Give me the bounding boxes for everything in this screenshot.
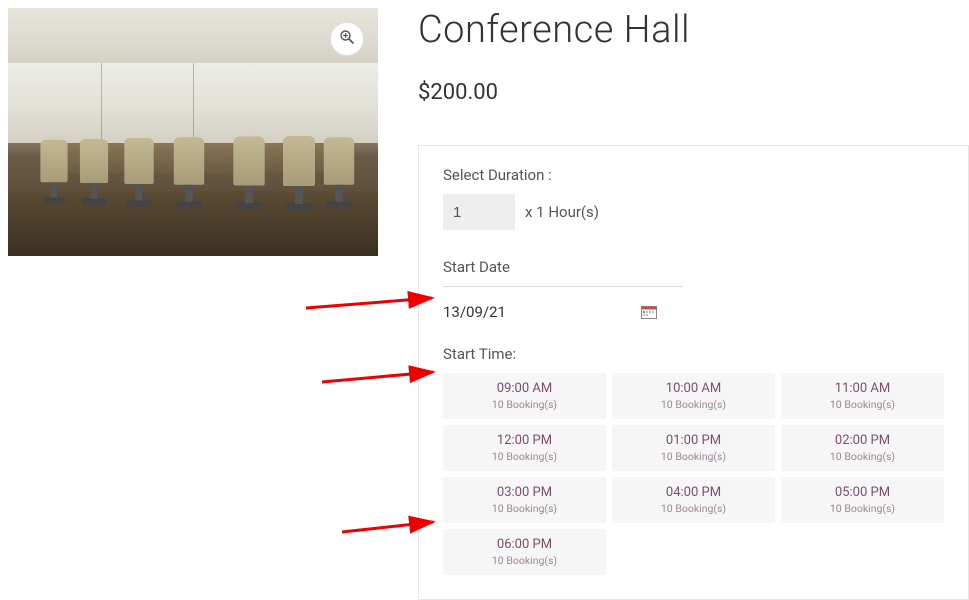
timeslot-time: 10:00 AM (616, 381, 771, 396)
timeslot-availability: 10 Booking(s) (616, 502, 771, 515)
timeslot-time: 03:00 PM (447, 485, 602, 500)
timeslot-time: 09:00 AM (447, 381, 602, 396)
timeslot[interactable]: 10:00 AM 10 Booking(s) (612, 373, 775, 419)
timeslot[interactable]: 04:00 PM 10 Booking(s) (612, 477, 775, 523)
timeslot[interactable]: 02:00 PM 10 Booking(s) (781, 425, 944, 471)
timeslot-availability: 10 Booking(s) (785, 450, 940, 463)
timeslot-availability: 10 Booking(s) (447, 398, 602, 411)
start-date-value[interactable]: 13/09/21 (443, 303, 506, 321)
timeslot-grid: 09:00 AM 10 Booking(s) 10:00 AM 10 Booking(… (443, 373, 944, 575)
timeslot-availability: 10 Booking(s) (785, 398, 940, 411)
timeslot-time: 05:00 PM (785, 485, 940, 500)
timeslot-availability: 10 Booking(s) (785, 502, 940, 515)
magnifier-icon (339, 29, 355, 49)
timeslot-time: 04:00 PM (616, 485, 771, 500)
product-price: $200.00 (418, 80, 969, 105)
divider (443, 286, 683, 287)
timeslot[interactable]: 05:00 PM 10 Booking(s) (781, 477, 944, 523)
booking-form: Select Duration : x 1 Hour(s) Start Date… (418, 145, 969, 600)
timeslot[interactable]: 01:00 PM 10 Booking(s) (612, 425, 775, 471)
timeslot-availability: 10 Booking(s) (616, 398, 771, 411)
timeslot-time: 11:00 AM (785, 381, 940, 396)
zoom-button[interactable] (330, 22, 364, 56)
product-image[interactable] (8, 8, 378, 256)
timeslot[interactable]: 06:00 PM 10 Booking(s) (443, 529, 606, 575)
timeslot[interactable]: 09:00 AM 10 Booking(s) (443, 373, 606, 419)
duration-input[interactable] (443, 194, 515, 230)
timeslot-availability: 10 Booking(s) (447, 502, 602, 515)
start-time-label: Start Time: (443, 345, 944, 363)
calendar-icon[interactable] (641, 305, 657, 319)
timeslot[interactable]: 03:00 PM 10 Booking(s) (443, 477, 606, 523)
timeslot-availability: 10 Booking(s) (447, 554, 602, 567)
timeslot-time: 01:00 PM (616, 433, 771, 448)
product-title: Conference Hall (418, 8, 969, 52)
timeslot[interactable]: 11:00 AM 10 Booking(s) (781, 373, 944, 419)
timeslot-time: 02:00 PM (785, 433, 940, 448)
timeslot-availability: 10 Booking(s) (447, 450, 602, 463)
timeslot-availability: 10 Booking(s) (616, 450, 771, 463)
duration-label: Select Duration : (443, 166, 944, 184)
timeslot-time: 12:00 PM (447, 433, 602, 448)
timeslot-time: 06:00 PM (447, 537, 602, 552)
duration-suffix: x 1 Hour(s) (525, 203, 599, 221)
timeslot[interactable]: 12:00 PM 10 Booking(s) (443, 425, 606, 471)
start-date-label: Start Date (443, 258, 944, 276)
